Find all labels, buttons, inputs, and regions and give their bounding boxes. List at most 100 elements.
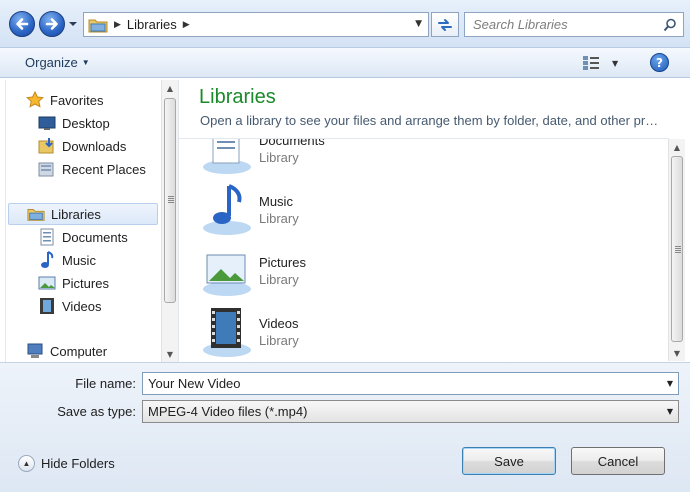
music-icon — [38, 251, 56, 269]
library-type: Library — [259, 272, 299, 287]
help-button[interactable]: ? — [650, 53, 669, 72]
views-dropdown-icon[interactable]: ▼ — [612, 59, 618, 68]
breadcrumb-libraries[interactable]: Libraries — [127, 17, 177, 32]
nav-libraries[interactable]: Libraries — [8, 203, 158, 225]
refresh-icon — [438, 18, 452, 31]
scroll-up-icon[interactable]: ▲ — [162, 80, 178, 96]
file-name-label: File name: — [75, 376, 136, 391]
scroll-down-icon[interactable]: ▼ — [162, 346, 178, 362]
navigation-pane: Favorites Desktop Downloads Recent Place… — [5, 80, 178, 362]
save-type-label: Save as type: — [57, 404, 136, 419]
nav-libraries-label: Libraries — [51, 206, 101, 222]
save-type-value: MPEG-4 Video files (*.mp4) — [148, 404, 308, 419]
library-name: Pictures — [259, 255, 306, 270]
nav-favorites[interactable]: Favorites — [26, 89, 103, 111]
cancel-button[interactable]: Cancel — [571, 447, 665, 475]
nav-computer[interactable]: Computer — [26, 340, 107, 362]
content-scrollbar[interactable]: ▲ ▼ — [668, 139, 685, 361]
recent-places-icon — [38, 160, 56, 178]
nav-item-label: Downloads — [62, 138, 127, 154]
view-details-icon — [583, 56, 599, 70]
file-name-field[interactable]: Your New Video ▼ — [142, 372, 679, 395]
library-type: Library — [259, 333, 299, 348]
nav-item-videos[interactable]: Videos — [38, 295, 102, 317]
nav-item-label: Pictures — [62, 275, 109, 291]
nav-item-label: Documents — [62, 229, 128, 245]
library-type: Library — [259, 211, 299, 226]
breadcrumb-separator-icon[interactable]: ▶ — [183, 20, 190, 30]
file-name-value[interactable]: Your New Video — [148, 376, 662, 391]
nav-item-label: Videos — [62, 298, 102, 314]
documents-library-icon — [203, 139, 251, 174]
hide-folders-button[interactable]: ▲ Hide Folders — [18, 455, 115, 472]
scroll-down-icon[interactable]: ▼ — [669, 345, 685, 361]
nav-item-desktop[interactable]: Desktop — [38, 112, 110, 134]
collapse-up-icon: ▲ — [18, 455, 35, 472]
computer-icon — [26, 342, 44, 360]
nav-item-downloads[interactable]: Downloads — [38, 135, 126, 157]
recent-pages-dropdown-icon[interactable] — [68, 19, 78, 29]
chevron-down-icon: ▼ — [81, 58, 90, 67]
page-subtitle: Open a library to see your files and arr… — [200, 113, 659, 128]
nav-item-label: Recent Places — [62, 161, 146, 177]
videos-library-icon — [203, 308, 251, 357]
page-title: Libraries — [199, 86, 276, 108]
save-type-select[interactable]: MPEG-4 Video files (*.mp4) ▼ — [142, 400, 679, 423]
refresh-button[interactable] — [431, 12, 459, 37]
nav-item-label: Music — [62, 252, 96, 268]
forward-button[interactable] — [39, 11, 65, 37]
nav-scrollbar-thumb[interactable] — [164, 98, 176, 303]
organize-menu-button[interactable]: Organize ▼ — [25, 55, 90, 70]
breadcrumb-separator-icon[interactable]: ▶ — [114, 20, 121, 30]
documents-icon — [38, 228, 56, 246]
library-name: Videos — [259, 316, 299, 331]
back-button[interactable] — [9, 11, 35, 37]
library-item-documents[interactable]: Documents Library — [199, 139, 499, 177]
command-bar: Organize ▼ ▼ ? — [0, 48, 690, 78]
library-item-videos[interactable]: Videos Library — [199, 304, 499, 360]
library-item-pictures[interactable]: Pictures Library — [199, 243, 499, 299]
file-name-dropdown-icon[interactable]: ▼ — [662, 379, 678, 388]
downloads-icon — [38, 137, 56, 155]
pictures-icon — [38, 274, 56, 292]
address-toolbar: ▶ Libraries ▶ ▼ Search Libraries — [0, 0, 690, 48]
videos-icon — [38, 297, 56, 315]
library-list: Documents Library Music Library Pictures… — [179, 139, 669, 361]
nav-item-documents[interactable]: Documents — [38, 226, 128, 248]
grip-icon — [168, 196, 174, 203]
nav-favorites-label: Favorites — [50, 92, 104, 108]
nav-item-pictures[interactable]: Pictures — [38, 272, 109, 294]
grip-icon — [675, 246, 681, 253]
help-icon: ? — [656, 55, 663, 70]
pictures-library-icon — [203, 254, 251, 296]
search-icon[interactable] — [663, 18, 677, 32]
back-arrow-icon — [16, 18, 29, 30]
nav-item-label: Desktop — [62, 115, 110, 131]
change-view-button[interactable]: ▼ — [582, 55, 618, 71]
save-button[interactable]: Save — [462, 447, 556, 475]
library-type: Library — [259, 150, 299, 165]
save-form: File name: Your New Video ▼ Save as type… — [0, 362, 690, 492]
address-history-dropdown-icon[interactable]: ▼ — [415, 19, 422, 29]
scroll-up-icon[interactable]: ▲ — [669, 139, 685, 155]
library-name: Documents — [259, 139, 325, 148]
favorites-star-icon — [26, 91, 44, 109]
hide-folders-label: Hide Folders — [41, 456, 115, 471]
music-library-icon — [203, 184, 251, 235]
content-pane: Libraries Open a library to see your fil… — [178, 80, 688, 362]
libraries-folder-icon — [88, 19, 108, 32]
organize-label: Organize — [25, 55, 78, 70]
search-box[interactable]: Search Libraries — [464, 12, 684, 37]
libraries-icon — [27, 205, 45, 223]
nav-item-music[interactable]: Music — [38, 249, 96, 271]
save-type-dropdown-icon[interactable]: ▼ — [662, 407, 678, 416]
nav-item-recent-places[interactable]: Recent Places — [38, 158, 146, 180]
library-item-music[interactable]: Music Library — [199, 182, 499, 238]
content-scrollbar-thumb[interactable] — [671, 156, 683, 342]
address-field[interactable]: ▶ Libraries ▶ ▼ — [83, 12, 429, 37]
search-placeholder: Search Libraries — [473, 17, 568, 32]
forward-arrow-icon — [45, 18, 58, 30]
nav-scrollbar[interactable]: ▲ ▼ — [161, 80, 178, 362]
desktop-icon — [38, 114, 56, 132]
nav-computer-label: Computer — [50, 343, 108, 359]
